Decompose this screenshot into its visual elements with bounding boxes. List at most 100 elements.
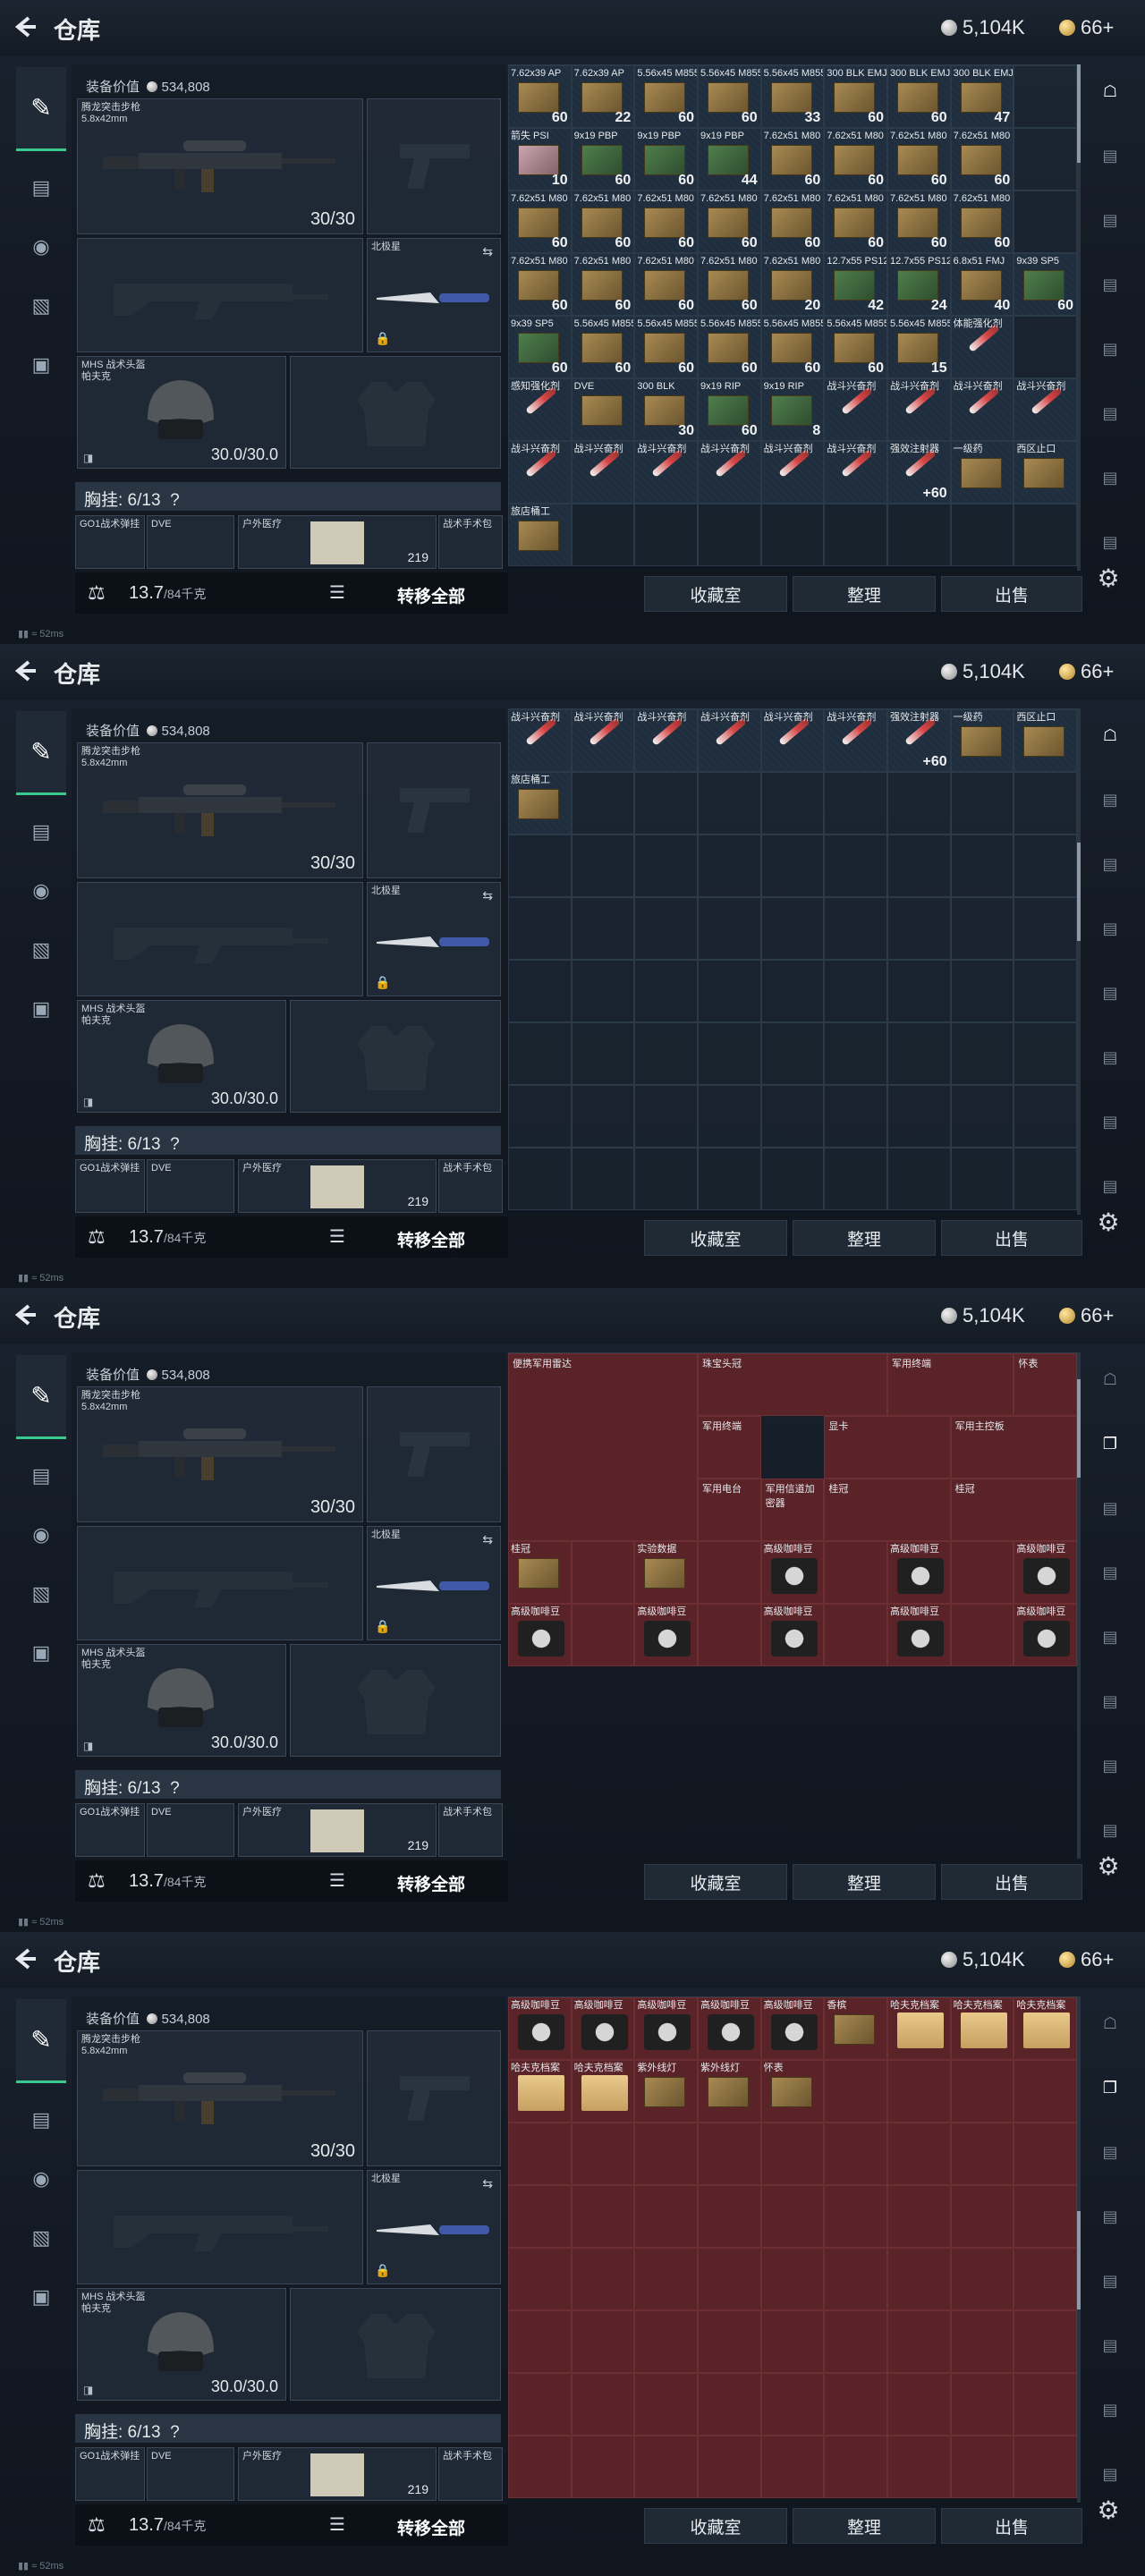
stash-item[interactable]: 紫外线灯 <box>697 2060 761 2123</box>
stash-item[interactable]: 哈夫克档案 <box>1014 1997 1077 2060</box>
stash-item[interactable]: 哈夫克档案 <box>571 2060 635 2123</box>
sell-button[interactable]: 出售 <box>941 1220 1082 1256</box>
stash-item[interactable]: 5.56x45 M855A1 60 <box>697 316 761 378</box>
sidearm-slot[interactable] <box>367 742 501 878</box>
primary-weapon-slot[interactable]: 腾龙突击步枪 5.8x42mm 30/30 <box>77 1386 363 1522</box>
storage-tab-icon[interactable]: ▣ <box>16 1631 66 1675</box>
rig-slot[interactable]: 户外医疗 219 <box>238 1159 437 1213</box>
help-icon[interactable]: ? <box>170 1779 180 1798</box>
armor-slot[interactable] <box>290 1644 501 1757</box>
armor-tab-icon[interactable]: ▤ <box>16 809 66 854</box>
stash-item[interactable]: 高级咖啡豆 <box>760 1541 825 1604</box>
stash-item[interactable]: 战斗兴奋剂 <box>697 709 761 772</box>
stash-item[interactable]: 7.62x51 M80 60 <box>508 191 572 253</box>
stash-item[interactable]: 7.62x51 M80 60 <box>697 253 761 316</box>
backpack-tab-icon[interactable]: ▧ <box>16 284 66 328</box>
stash-item[interactable]: 高级咖啡豆 <box>886 1604 951 1666</box>
primary-weapon-slot[interactable]: 腾龙突击步枪 5.8x42mm 30/30 <box>77 742 363 878</box>
sort-button[interactable]: 整理 <box>793 1864 936 1900</box>
stash-item-large[interactable]: 桂冠 <box>950 1479 1077 1541</box>
stash-item-large[interactable]: 便携军用雷达 <box>508 1353 698 1541</box>
stash-item[interactable]: 香槟 <box>824 1997 887 2060</box>
stash-scrollbar[interactable] <box>1077 1352 1081 1859</box>
stash-item[interactable]: 箭失 PSI 10 <box>508 128 572 191</box>
helmet-slot[interactable]: MHS 战术头盔 帕夫克 30.0/30.0 ◨ <box>77 356 286 469</box>
stash-item[interactable]: 西区止口 <box>1014 709 1077 772</box>
stash-item[interactable]: 300 BLK EMJ 47 <box>950 65 1014 128</box>
stash-item-large[interactable]: 珠宝头冠 <box>698 1353 887 1416</box>
stash-item-large[interactable]: 军用信道加密器 <box>760 1479 825 1541</box>
ammo-tab-icon[interactable]: ▤ <box>1090 2390 1130 2429</box>
helmet-tab-icon[interactable]: ◉ <box>16 1513 66 1557</box>
help-icon[interactable]: ? <box>170 491 180 510</box>
help-icon[interactable]: ? <box>170 2423 180 2442</box>
gold-currency[interactable]: 66+ <box>1059 1304 1114 1327</box>
secondary-weapon-slot[interactable] <box>77 882 363 996</box>
settings-gear-icon[interactable]: ⚙ <box>1093 564 1124 594</box>
stash-item[interactable]: 7.62x51 M80 60 <box>950 128 1014 191</box>
scrollbar-thumb[interactable] <box>1077 843 1081 941</box>
melee-slot[interactable]: 北极星 ⇆ 🔒 <box>367 882 501 996</box>
ammo-tab-icon[interactable]: ▤ <box>1090 2132 1130 2172</box>
stash-item[interactable]: 7.62x51 M80 60 <box>571 253 635 316</box>
ammo-tab-icon[interactable]: ▤ <box>1090 1810 1130 1850</box>
armor-tab-icon[interactable]: ▤ <box>16 2097 66 2142</box>
transfer-all-button[interactable]: 转移全部 <box>397 583 465 607</box>
rig-slot[interactable]: DVE <box>147 2447 234 2501</box>
gold-currency[interactable]: 66+ <box>1059 660 1114 683</box>
rig-slot[interactable]: GO1战术弹挂 <box>75 1803 145 1857</box>
stash-item[interactable]: 7.62x51 M80 20 <box>760 253 825 316</box>
scrollbar-thumb[interactable] <box>1077 2211 1081 2309</box>
stash-item[interactable]: 7.62x51 M80 60 <box>886 191 951 253</box>
back-arrow-icon[interactable] <box>13 1302 38 1327</box>
ammo-tab-icon[interactable]: ▤ <box>1090 973 1130 1013</box>
stash-item-large[interactable]: 军用主控板 <box>950 1416 1077 1479</box>
armor-slot[interactable] <box>290 356 501 469</box>
stash-item[interactable]: 5.56x45 M855A1 60 <box>824 316 887 378</box>
vault-icon[interactable]: ☖ <box>1090 1360 1130 1399</box>
primary-weapon-slot[interactable]: 腾龙突击步枪 5.8x42mm 30/30 <box>77 98 363 234</box>
list-icon[interactable]: ☰ <box>329 1869 345 1892</box>
weapon-tab-icon[interactable]: ✎ <box>16 1999 66 2083</box>
settings-gear-icon[interactable]: ⚙ <box>1093 1852 1124 1882</box>
stash-item[interactable]: 战斗兴奋剂 <box>508 709 572 772</box>
sidearm-slot[interactable] <box>367 2030 501 2166</box>
stash-item-large[interactable]: 显卡 <box>824 1416 951 1479</box>
stash-item[interactable]: 战斗兴奋剂 <box>634 709 698 772</box>
weapon-tab-icon[interactable]: ✎ <box>16 1355 66 1439</box>
gold-currency[interactable]: 66+ <box>1059 1948 1114 1971</box>
stash-item[interactable]: 战斗兴奋剂 <box>950 378 1014 441</box>
swap-icon[interactable]: ⇆ <box>482 1532 493 1547</box>
stash-item[interactable]: 7.62x39 AP 60 <box>508 65 572 128</box>
stash-item[interactable]: 9x39 SP5 60 <box>1014 253 1077 316</box>
stash-item[interactable]: 实验数据 <box>634 1541 698 1604</box>
stash-item[interactable]: 高级咖啡豆 <box>571 1997 635 2060</box>
stash-item[interactable]: 7.62x51 M80 60 <box>508 253 572 316</box>
backpack-tab-icon[interactable]: ▧ <box>16 928 66 972</box>
rig-slot[interactable]: 战术手术包 <box>438 1159 503 1213</box>
back-arrow-icon[interactable] <box>13 1946 38 1971</box>
stash-item[interactable]: 7.62x51 M80 60 <box>634 191 698 253</box>
stash-item[interactable]: 战斗兴奋剂 <box>886 378 951 441</box>
secondary-weapon-slot[interactable] <box>77 2170 363 2284</box>
storage-tab-icon[interactable]: ▣ <box>16 2275 66 2319</box>
sell-button[interactable]: 出售 <box>941 1864 1082 1900</box>
stash-item[interactable]: 西区止口 <box>1014 441 1077 504</box>
weapon-tab-icon[interactable]: ✎ <box>16 67 66 151</box>
stash-item[interactable]: 桂冠 <box>508 1541 572 1604</box>
rig-slot[interactable]: DVE <box>147 1803 234 1857</box>
list-icon[interactable]: ☰ <box>329 581 345 604</box>
stash-item-large[interactable]: 怀表 <box>1014 1353 1077 1416</box>
stash-item[interactable]: 怀表 <box>760 2060 825 2123</box>
gold-currency[interactable]: 66+ <box>1059 16 1114 39</box>
stash-item[interactable]: 7.62x51 M80 60 <box>950 191 1014 253</box>
sort-button[interactable]: 整理 <box>793 576 936 612</box>
back-arrow-icon[interactable] <box>13 14 38 39</box>
chest-rig-header[interactable]: 胸挂: 6/13 ? <box>75 2414 501 2443</box>
stash-item[interactable]: 5.56x45 M855A1 15 <box>886 316 951 378</box>
ammo-tab-icon[interactable]: ▤ <box>1090 909 1130 948</box>
stash-item[interactable]: 一级药 <box>950 441 1014 504</box>
ammo-tab-icon[interactable]: ▤ <box>1090 2197 1130 2236</box>
stash-item[interactable]: 战斗兴奋剂 <box>824 709 887 772</box>
stash-item[interactable]: 高级咖啡豆 <box>508 1604 572 1666</box>
